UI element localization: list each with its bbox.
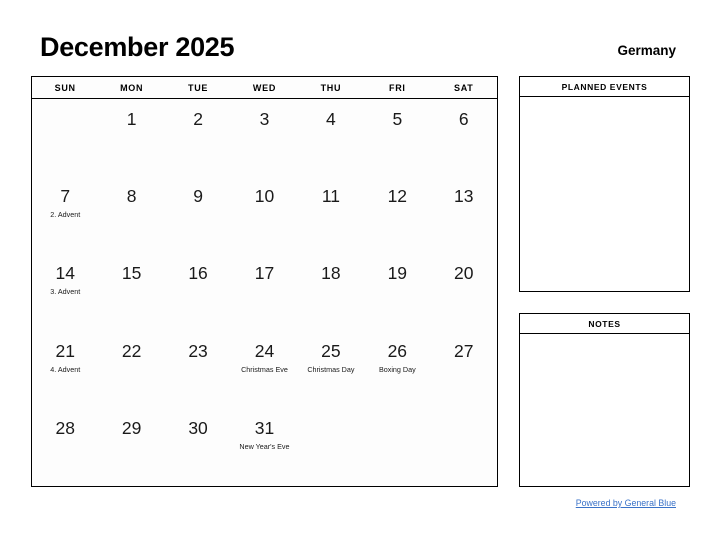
day-cell[interactable]: 4	[298, 99, 364, 176]
planned-events-title: PLANNED EVENTS	[520, 77, 689, 97]
day-cell[interactable]: 10	[231, 176, 297, 253]
day-cell[interactable]: 30	[165, 408, 231, 485]
day-cell[interactable]: 6	[431, 99, 497, 176]
weekday-header-mon: MON	[120, 82, 144, 93]
notes-body[interactable]	[520, 334, 689, 486]
day-number: 15	[121, 263, 142, 284]
day-cell[interactable]	[32, 99, 98, 176]
day-number: 17	[254, 263, 275, 284]
powered-by-link[interactable]: Powered by General Blue	[576, 498, 676, 508]
day-cell[interactable]: 13	[431, 176, 497, 253]
day-cell[interactable]	[431, 408, 497, 485]
day-number: 3	[259, 109, 270, 129]
day-number: 5	[392, 109, 403, 129]
day-number: 29	[121, 417, 142, 438]
day-cell[interactable]: 21 4. Advent	[32, 331, 98, 408]
day-cell[interactable]	[364, 408, 430, 485]
day-number: 8	[126, 186, 137, 207]
day-number: 25	[321, 340, 341, 361]
weekday-header-row: SUN MON TUE WED THU FRI SAT	[32, 77, 497, 99]
day-number: 7	[60, 186, 71, 207]
weekday-header-sun: SUN	[54, 82, 76, 93]
day-number: 1	[126, 109, 137, 129]
day-number: 28	[55, 417, 75, 438]
week-row: 1 2 3 4 5 6	[32, 99, 497, 176]
day-event-label: 3. Advent	[50, 287, 81, 297]
weekday-header-thu: THU	[320, 82, 342, 93]
day-number: 24	[254, 340, 275, 361]
day-number: 18	[321, 263, 341, 284]
day-number: 19	[387, 263, 408, 284]
day-cell[interactable]: 20	[431, 253, 497, 330]
day-number: 11	[321, 186, 340, 207]
day-cell[interactable]: 11	[298, 176, 364, 253]
day-cell[interactable]: 25 Christmas Day	[298, 331, 364, 408]
day-cell[interactable]: 2	[165, 99, 231, 176]
day-cell[interactable]: 15	[98, 253, 164, 330]
day-event-label: 4. Advent	[50, 364, 81, 374]
weekday-header-fri: FRI	[389, 82, 406, 93]
day-cell[interactable]: 22	[98, 331, 164, 408]
day-cell[interactable]: 12	[364, 176, 430, 253]
day-number: 22	[121, 340, 142, 361]
day-cell[interactable]: 26 Boxing Day	[364, 331, 430, 408]
day-cell[interactable]: 16	[165, 253, 231, 330]
day-cell[interactable]: 8	[98, 176, 164, 253]
day-cell[interactable]	[298, 408, 364, 485]
weekday-header-tue: TUE	[188, 82, 209, 93]
day-number: 21	[55, 340, 75, 361]
day-number: 9	[193, 186, 203, 207]
day-cell[interactable]: 24 Christmas Eve	[231, 331, 297, 408]
day-event-label: Boxing Day	[378, 364, 416, 374]
calendar-weeks: 1 2 3 4 5 6 7 2. Advent 8 9 10 11 12 13 …	[32, 99, 497, 485]
day-number: 4	[326, 109, 336, 129]
day-cell[interactable]: 7 2. Advent	[32, 176, 98, 253]
day-cell[interactable]: 19	[364, 253, 430, 330]
notes-title: NOTES	[520, 314, 689, 334]
page-header: December 2025 Germany	[0, 30, 712, 68]
day-cell[interactable]: 23	[165, 331, 231, 408]
day-cell[interactable]: 9	[165, 176, 231, 253]
weekday-header-wed: WED	[252, 82, 277, 93]
week-row: 7 2. Advent 8 9 10 11 12 13	[32, 176, 497, 253]
day-number: 23	[188, 340, 208, 361]
day-number: 13	[454, 186, 474, 207]
day-cell[interactable]: 29	[98, 408, 164, 485]
week-row: 14 3. Advent 15 16 17 18 19 20	[32, 253, 497, 330]
day-number: 20	[454, 263, 474, 284]
notes-panel: NOTES	[519, 313, 690, 487]
country-label: Germany	[617, 43, 676, 58]
day-number: 30	[188, 417, 208, 438]
day-cell[interactable]: 1	[98, 99, 164, 176]
planned-events-panel: PLANNED EVENTS	[519, 76, 690, 292]
day-event-label: Christmas Eve	[241, 364, 288, 374]
calendar-grid: SUN MON TUE WED THU FRI SAT 1 2 3 4 5 6 …	[31, 76, 498, 487]
day-number: 2	[193, 109, 203, 129]
day-number: 10	[254, 186, 275, 207]
day-number: 16	[188, 263, 208, 284]
day-event-label: 2. Advent	[50, 210, 81, 220]
day-cell[interactable]: 27	[431, 331, 497, 408]
day-number: 14	[55, 263, 75, 284]
day-cell[interactable]: 5	[364, 99, 430, 176]
page-title: December 2025	[40, 32, 235, 62]
day-number: 12	[387, 186, 408, 207]
weekday-header-sat: SAT	[454, 82, 474, 93]
day-number: 26	[387, 340, 408, 361]
day-cell[interactable]: 28	[32, 408, 98, 485]
day-cell[interactable]: 3	[231, 99, 297, 176]
day-event-label: New Year's Eve	[239, 441, 290, 451]
day-cell[interactable]: 31 New Year's Eve	[231, 408, 297, 485]
week-row: 28 29 30 31 New Year's Eve	[32, 408, 497, 485]
day-number: 31	[254, 417, 275, 438]
day-number: 27	[454, 340, 474, 361]
week-row: 21 4. Advent 22 23 24 Christmas Eve 25 C…	[32, 331, 497, 408]
day-event-label: Christmas Day	[307, 364, 355, 374]
day-cell[interactable]: 18	[298, 253, 364, 330]
day-cell[interactable]: 17	[231, 253, 297, 330]
day-cell[interactable]: 14 3. Advent	[32, 253, 98, 330]
day-number: 6	[458, 109, 469, 129]
planned-events-body[interactable]	[520, 97, 689, 291]
